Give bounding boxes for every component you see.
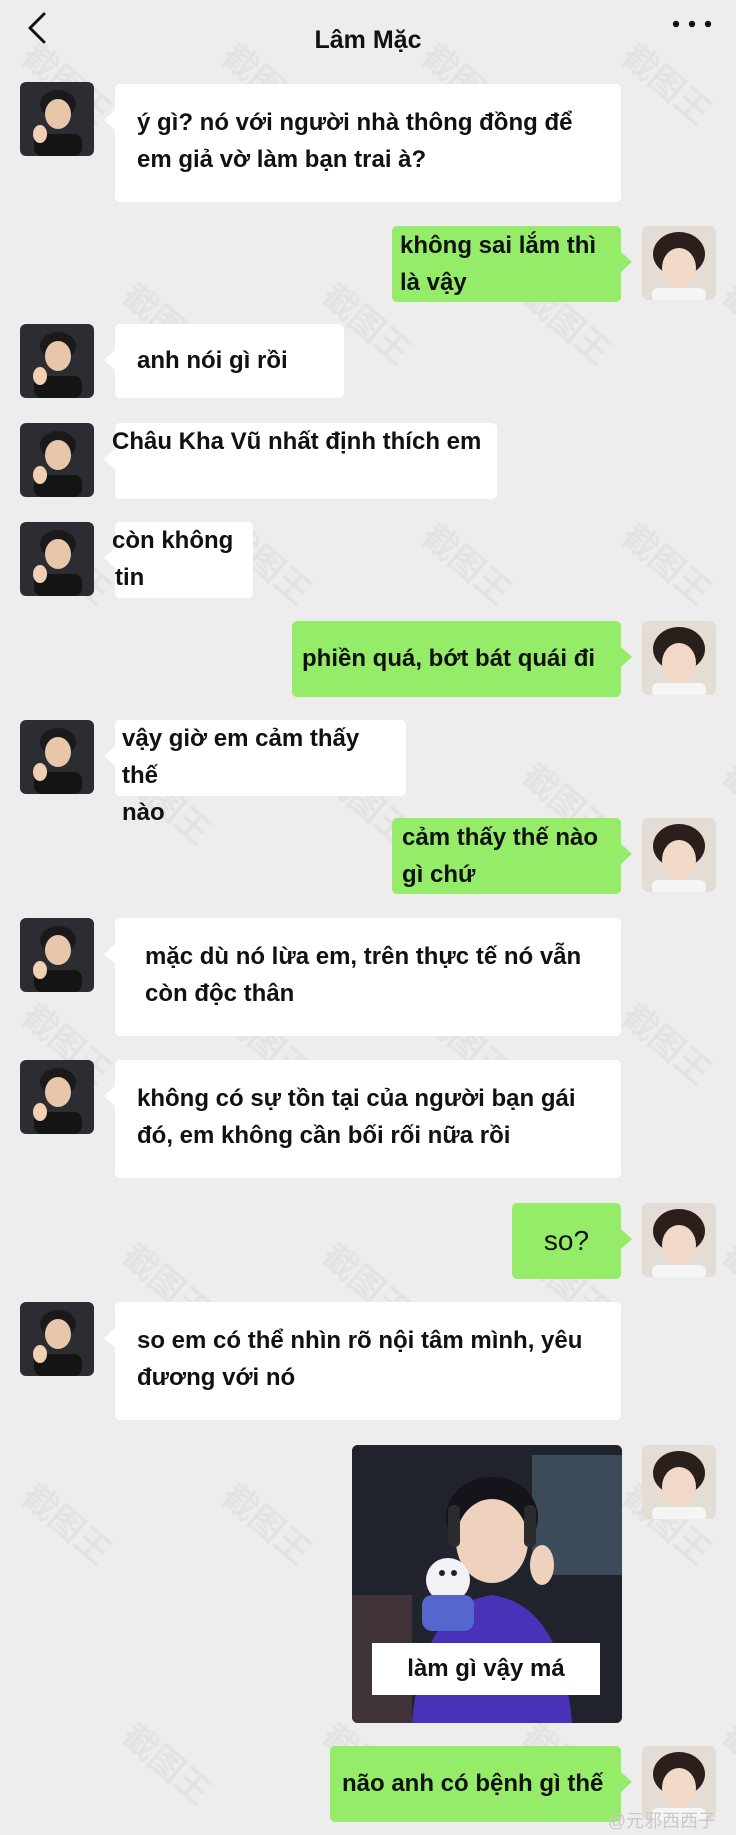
message-text: gì chứ xyxy=(402,861,476,888)
message-text: nào xyxy=(122,799,165,826)
message-bubble-received[interactable]: ý gì? nó với người nhà thông đồng để em … xyxy=(104,84,621,202)
message-text: phiền quá, bớt bát quái đi xyxy=(302,645,596,672)
message-bubble-sent[interactable]: cảm thấy thế nào gì chứ xyxy=(392,818,632,894)
message-text: là vậy xyxy=(400,269,467,296)
message-text: không có sự tồn tại của người bạn gái xyxy=(137,1085,576,1112)
message-bubble-received[interactable]: không có sự tồn tại của người bạn gái đó… xyxy=(104,1060,621,1178)
watermark-text: 截图王 xyxy=(714,756,736,852)
avatar-contact[interactable] xyxy=(20,522,94,596)
message-bubble-received[interactable]: Châu Kha Vũ nhất định thích em xyxy=(104,423,497,499)
chat-header: Lâm Mặc xyxy=(0,0,736,80)
weibo-watermark: @元邪西西子 xyxy=(607,1811,716,1831)
message-text: anh nói gì rồi xyxy=(137,347,288,374)
avatar-self[interactable] xyxy=(642,1445,716,1519)
message-text: còn không tin xyxy=(112,527,234,591)
message-text: còn độc thân xyxy=(145,980,295,1007)
message-bubble-sent[interactable]: phiền quá, bớt bát quái đi xyxy=(292,621,632,697)
message-text: so? xyxy=(543,1225,590,1256)
avatar-self[interactable] xyxy=(642,818,716,892)
image-message[interactable]: làm gì vậy má xyxy=(352,1445,622,1723)
message-bubble-received[interactable]: vậy giờ em cảm thấy thế nào xyxy=(104,720,406,826)
watermark-text: 截图王 xyxy=(614,996,718,1092)
message-text: Châu Kha Vũ nhất định thích em xyxy=(112,428,482,455)
message-text: không sai lắm thì xyxy=(400,232,597,259)
chat-title: Lâm Mặc xyxy=(314,26,422,54)
message-text: cảm thấy thế nào xyxy=(402,824,599,851)
avatar-contact[interactable] xyxy=(20,82,94,156)
avatar-contact[interactable] xyxy=(20,324,94,398)
message-bubble-received[interactable]: mặc dù nó lừa em, trên thực tế nó vẫn cò… xyxy=(104,918,621,1036)
avatar-contact[interactable] xyxy=(20,1060,94,1134)
watermark-text: 截图王 xyxy=(214,1476,318,1572)
avatar-self[interactable] xyxy=(642,621,716,695)
watermark-text: 截图王 xyxy=(14,1476,118,1572)
watermark-text: 截图王 xyxy=(614,516,718,612)
message-text: não anh có bệnh gì thế xyxy=(342,1770,604,1797)
image-caption: làm gì vậy má xyxy=(372,1643,600,1695)
message-bubble-sent[interactable]: so? xyxy=(512,1203,632,1279)
avatar-contact[interactable] xyxy=(20,918,94,992)
watermark-text: 截图王 xyxy=(714,1716,736,1812)
watermark-text: 截图王 xyxy=(714,1236,736,1332)
avatar-contact[interactable] xyxy=(20,720,94,794)
message-bubble-sent[interactable]: không sai lắm thì là vậy xyxy=(392,226,632,302)
watermark-text: 截图王 xyxy=(414,516,518,612)
avatar-self[interactable] xyxy=(642,1203,716,1277)
message-text: mặc dù nó lừa em, trên thực tế nó vẫn xyxy=(145,943,582,970)
message-bubble-received[interactable]: so em có thể nhìn rõ nội tâm mình, yêu đ… xyxy=(104,1302,621,1420)
message-bubble-received[interactable]: anh nói gì rồi xyxy=(104,324,344,398)
avatar-contact[interactable] xyxy=(20,1302,94,1376)
avatar-self[interactable] xyxy=(642,226,716,300)
message-bubble-sent[interactable]: não anh có bệnh gì thế xyxy=(330,1746,632,1822)
watermark-text: 截图王 xyxy=(714,276,736,372)
message-text: đó, em không cần bối rối nữa rồi xyxy=(137,1122,511,1149)
message-text: vậy giờ em cảm thấy thế xyxy=(122,725,360,789)
more-dots-icon[interactable] xyxy=(670,12,714,36)
message-text: so em có thể nhìn rõ nội tâm mình, yêu xyxy=(137,1327,583,1354)
watermark-text: 截图王 xyxy=(114,1716,218,1812)
message-text: ý gì? nó với người nhà thông đồng để xyxy=(137,109,573,136)
avatar-contact[interactable] xyxy=(20,423,94,497)
message-text: em giả vờ làm bạn trai à? xyxy=(137,146,427,173)
message-bubble-received[interactable]: còn không tin xyxy=(104,522,253,598)
message-text: đương với nó xyxy=(137,1364,296,1391)
